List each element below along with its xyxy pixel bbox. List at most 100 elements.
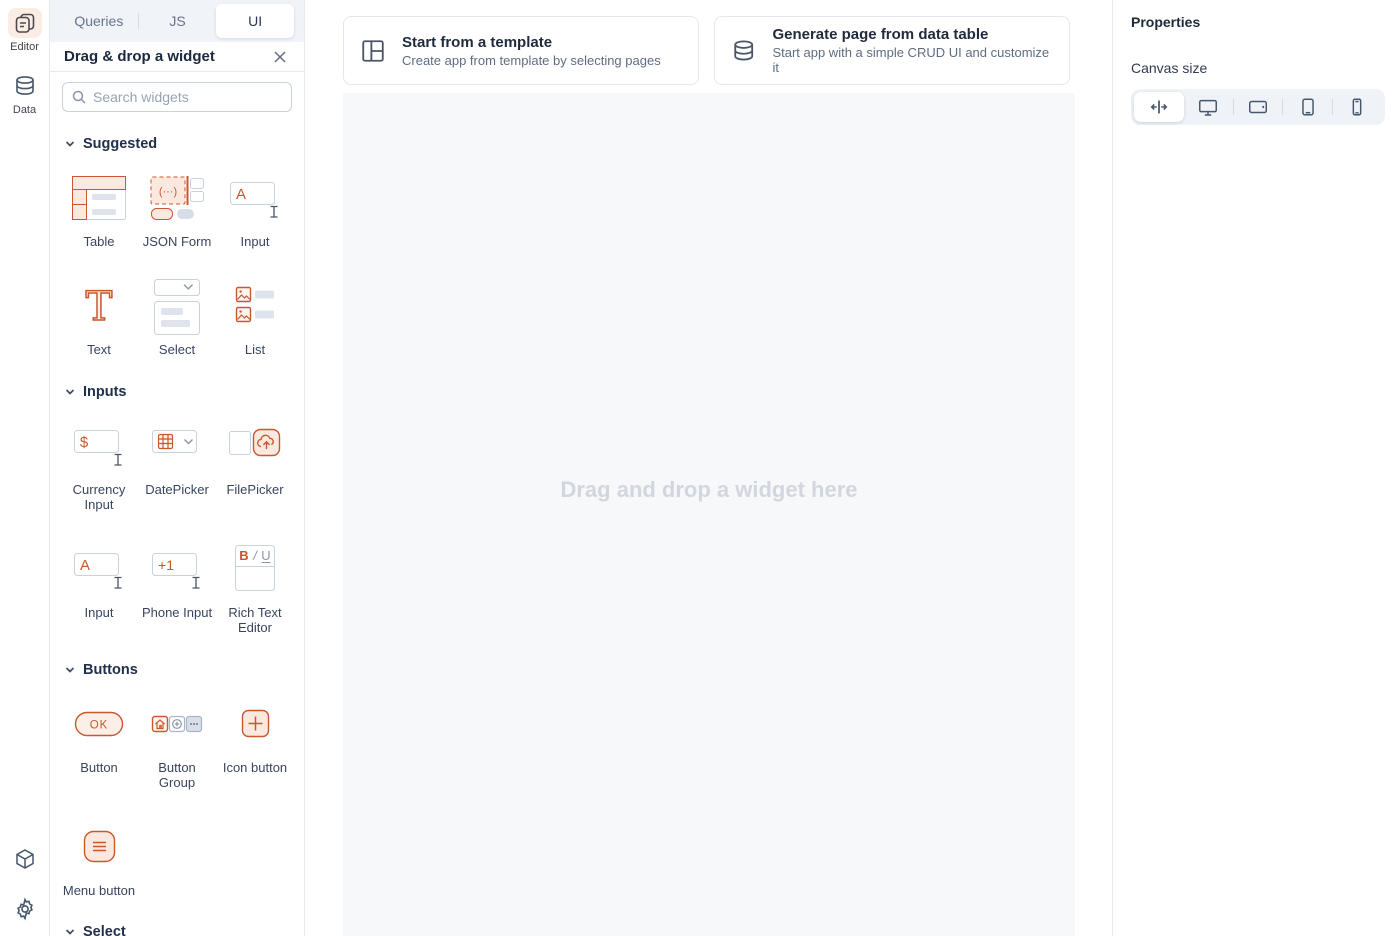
canvas-size-label: Canvas size [1131, 60, 1382, 76]
canvas-size-segmented-control [1131, 89, 1385, 125]
database-icon [8, 71, 42, 101]
svg-text:$: $ [80, 434, 89, 451]
section-buttons-header[interactable]: Buttons [50, 662, 304, 678]
svg-text:U: U [261, 548, 270, 563]
json-form-icon: (···) [149, 170, 205, 226]
widget-panel: Queries JS UI Drag & drop a widget [50, 0, 305, 936]
editor-tabbar: Queries JS UI [50, 0, 304, 42]
widget-card-list[interactable]: List [216, 278, 294, 358]
template-icon [360, 38, 386, 64]
canvas-size-tablet-button[interactable] [1283, 92, 1333, 122]
start-from-template-card[interactable]: Start from a template Create app from te… [343, 16, 699, 85]
svg-text:+1: +1 [158, 557, 174, 573]
widget-card-rich-text-editor[interactable]: B / U Rich Text Editor [216, 541, 294, 636]
widget-card-text[interactable]: T Text [60, 278, 138, 358]
chevron-down-icon [64, 138, 76, 150]
generate-from-data-card[interactable]: Generate page from data table Start app … [714, 16, 1070, 85]
widget-panel-header: Drag & drop a widget [50, 42, 304, 72]
editor-pages-icon [8, 8, 42, 38]
package-icon [13, 847, 37, 871]
database-icon [731, 38, 756, 64]
tab-js[interactable]: JS [139, 4, 217, 38]
sidebar-item-data[interactable]: Data [8, 71, 42, 116]
widget-card-select[interactable]: Select [138, 278, 216, 358]
card-subtitle: Start app with a simple CRUD UI and cust… [772, 45, 1053, 75]
section-inputs-header[interactable]: Inputs [50, 384, 304, 400]
section-select: Select [50, 924, 304, 936]
datepicker-icon [149, 418, 205, 474]
fluid-width-icon [1148, 96, 1170, 118]
section-select-header[interactable]: Select [50, 924, 304, 936]
main-area: Start from a template Create app from te… [305, 0, 1112, 936]
widget-card-phone-input[interactable]: +1 Phone Input [138, 541, 216, 636]
tablet-icon [1297, 96, 1319, 118]
search-widgets-input[interactable] [62, 82, 292, 112]
table-icon [71, 170, 127, 226]
sidebar-item-editor[interactable]: Editor [8, 8, 42, 53]
tab-ui[interactable]: UI [216, 4, 294, 38]
widget-card-datepicker[interactable]: DatePicker [138, 418, 216, 513]
widget-search [50, 72, 304, 122]
widget-card-menu-button[interactable]: Menu button [60, 819, 138, 899]
widget-card-button-group[interactable]: Button Group [138, 696, 216, 791]
widget-card-json-form[interactable]: (···) JSON Form [138, 170, 216, 250]
chevron-down-icon [64, 664, 76, 676]
input-icon: A [71, 541, 127, 597]
mobile-icon [1346, 96, 1368, 118]
rail-bottom [12, 846, 38, 936]
search-icon [71, 89, 87, 105]
widget-card-table[interactable]: Table [60, 170, 138, 250]
svg-text:B: B [239, 548, 248, 563]
widget-list: Suggested Tabl [50, 122, 304, 936]
card-subtitle: Create app from template by selecting pa… [402, 53, 661, 68]
svg-text:T: T [86, 284, 113, 330]
tablet-landscape-icon [1247, 96, 1269, 118]
canvas-size-desktop-button[interactable] [1184, 92, 1234, 122]
editor-label: Editor [10, 41, 39, 53]
chevron-down-icon [64, 926, 76, 936]
libraries-button[interactable] [12, 846, 38, 872]
icon-button-icon [227, 696, 283, 752]
canvas-size-fluid-width-button[interactable] [1134, 92, 1184, 122]
section-inputs: Inputs $ Currency Input [50, 384, 304, 638]
app-root: Editor Data [0, 0, 1400, 936]
input-icon: A [227, 170, 283, 226]
section-buttons: Buttons OK Button [50, 662, 304, 901]
widget-card-button[interactable]: OK Button [60, 696, 138, 791]
settings-button[interactable] [12, 896, 38, 922]
widget-panel-title: Drag & drop a widget [64, 48, 270, 65]
widget-card-input-2[interactable]: A Input [60, 541, 138, 636]
widget-card-input[interactable]: A Input [216, 170, 294, 250]
section-suggested-header[interactable]: Suggested [50, 136, 304, 152]
currency-input-icon: $ [71, 418, 127, 474]
svg-text:OK: OK [90, 719, 109, 731]
svg-text:A: A [80, 557, 90, 574]
rich-text-editor-icon: B / U [227, 541, 283, 597]
select-icon [149, 278, 205, 334]
tab-queries[interactable]: Queries [60, 4, 138, 38]
list-icon [227, 278, 283, 334]
properties-title: Properties [1131, 14, 1382, 30]
canvas-placeholder-text: Drag and drop a widget here [560, 477, 857, 936]
phone-input-icon: +1 [149, 541, 205, 597]
close-panel-button[interactable] [270, 47, 290, 67]
app-canvas-dropzone[interactable]: Drag and drop a widget here [343, 93, 1075, 936]
filepicker-icon [227, 418, 283, 474]
left-rail: Editor Data [0, 0, 50, 936]
widget-card-filepicker[interactable]: FilePicker [216, 418, 294, 513]
text-icon: T [71, 278, 127, 334]
gear-icon [13, 897, 37, 921]
properties-panel: Properties Canvas size [1112, 0, 1400, 936]
canvas-size-mobile-button[interactable] [1332, 92, 1382, 122]
widget-card-currency-input[interactable]: $ Currency Input [60, 418, 138, 513]
button-group-icon [149, 696, 205, 752]
canvas-size-tablet-landscape-button[interactable] [1233, 92, 1283, 122]
data-label: Data [13, 104, 36, 116]
card-title: Generate page from data table [772, 26, 1053, 43]
chevron-down-icon [64, 386, 76, 398]
starter-cards: Start from a template Create app from te… [305, 0, 1112, 101]
svg-text:(···): (···) [159, 186, 177, 198]
widget-card-icon-button[interactable]: Icon button [216, 696, 294, 791]
button-icon: OK [71, 696, 127, 752]
close-icon [274, 51, 286, 63]
